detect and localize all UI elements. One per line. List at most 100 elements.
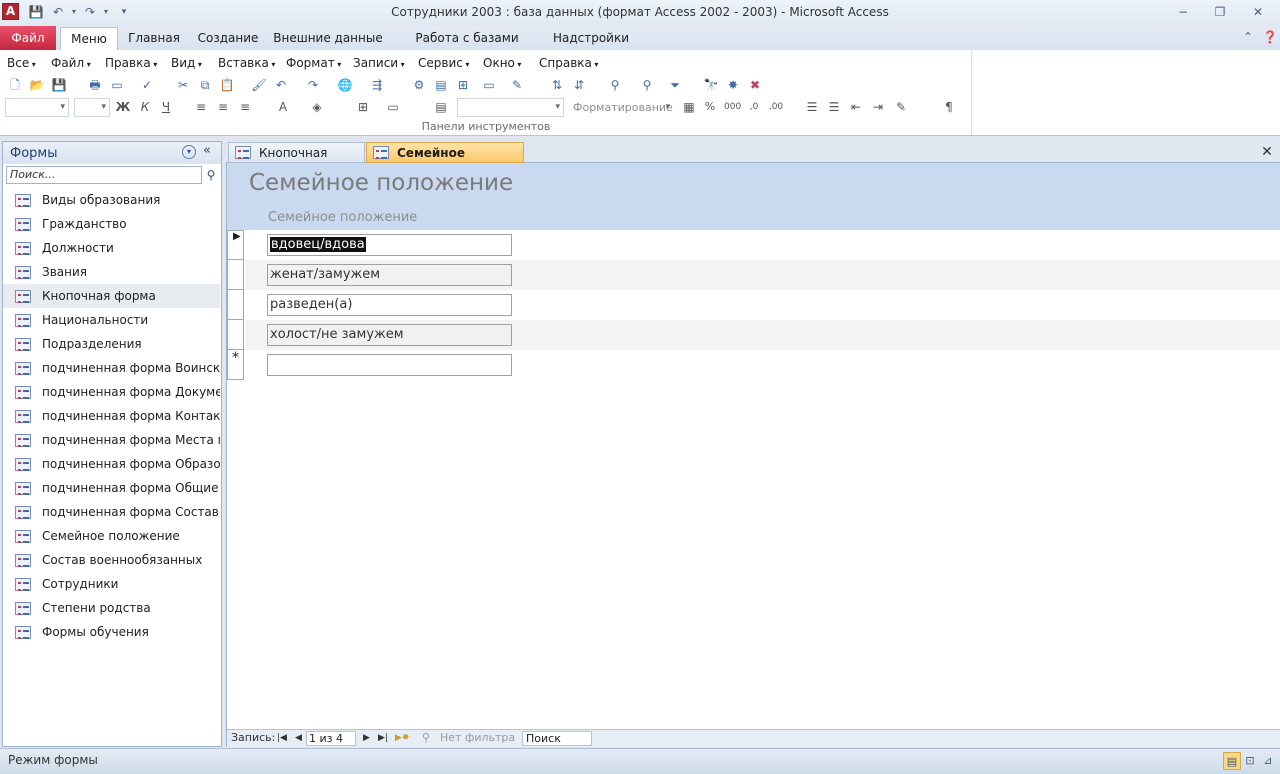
insert-hyperlink-icon[interactable]: 🌐: [337, 77, 353, 93]
save-icon[interactable]: 💾: [51, 77, 67, 93]
restore-icon[interactable]: ❐: [1208, 3, 1232, 21]
format-combo[interactable]: Форматирование: [568, 98, 674, 117]
current-record-input[interactable]: 1 из 4: [306, 731, 356, 746]
cut-icon[interactable]: ✂: [175, 77, 191, 93]
record-search-input[interactable]: Поиск: [522, 731, 592, 746]
nav-item[interactable]: подчиненная форма Места п...: [3, 428, 220, 452]
highlight-icon[interactable]: ✎: [893, 99, 909, 115]
tab-home[interactable]: Главная: [124, 27, 184, 50]
tab-menu[interactable]: Меню: [60, 27, 118, 50]
tab-database-tools[interactable]: Работа с базами данных: [392, 27, 542, 67]
save-icon[interactable]: 💾: [28, 4, 44, 20]
nav-item[interactable]: Сотрудники: [3, 572, 220, 596]
nav-item[interactable]: Гражданство: [3, 212, 220, 236]
menu-edit[interactable]: Правка: [105, 55, 157, 71]
fill-color-icon[interactable]: ◈: [309, 99, 325, 115]
undo-icon[interactable]: ↶: [50, 4, 66, 20]
customize-qat-icon[interactable]: ▾: [116, 4, 132, 20]
new-record-nav-icon[interactable]: ▶✸: [395, 731, 409, 745]
relationships-icon[interactable]: ▤: [433, 77, 449, 93]
record-selector[interactable]: ▶: [227, 230, 244, 260]
bold-icon[interactable]: Ж: [115, 99, 131, 115]
redo-icon[interactable]: ↷: [82, 4, 98, 20]
nav-item[interactable]: Должности: [3, 236, 220, 260]
next-record-icon[interactable]: ▶: [363, 731, 370, 745]
datasheet-view-icon[interactable]: ▤: [433, 99, 449, 115]
print-icon[interactable]: 🖶: [87, 77, 103, 93]
nav-item[interactable]: подчиненная форма Состав с...: [3, 500, 220, 524]
underline-icon[interactable]: Ч: [158, 99, 174, 115]
sort-ascending-icon[interactable]: ⇅: [549, 77, 565, 93]
print-preview-icon[interactable]: ▭: [109, 77, 125, 93]
format-painter-icon[interactable]: 🖌: [251, 77, 267, 93]
filter-status-button[interactable]: Нет фильтра: [440, 731, 515, 745]
record-field[interactable]: холост/не замужем: [267, 324, 512, 346]
redo-icon[interactable]: ↷: [305, 77, 321, 93]
nav-item[interactable]: Семейное положение: [3, 524, 220, 548]
record-field[interactable]: вдовец/вдова: [267, 234, 512, 256]
close-document-icon[interactable]: ✕: [1258, 143, 1276, 161]
font-color-icon[interactable]: A: [275, 99, 291, 115]
record-selector[interactable]: [227, 290, 244, 320]
menu-tools[interactable]: Сервис: [418, 55, 469, 71]
nav-item[interactable]: Состав военнообязанных: [3, 548, 220, 572]
nav-menu-chevron-icon[interactable]: ▾: [182, 145, 196, 159]
open-icon[interactable]: 📂: [29, 77, 45, 93]
new-record-field[interactable]: [267, 354, 512, 376]
nav-item[interactable]: Формы обучения: [3, 620, 220, 644]
spelling-icon[interactable]: ✓: [139, 77, 155, 93]
align-right-icon[interactable]: ≡: [237, 99, 253, 115]
nav-item[interactable]: Виды образования: [3, 188, 220, 212]
menu-insert[interactable]: Вставка: [218, 55, 275, 71]
font-name-combo[interactable]: [5, 98, 69, 117]
apply-filter-icon[interactable]: ⏷: [667, 77, 683, 93]
tab-create[interactable]: Создание: [192, 27, 264, 50]
align-left-icon[interactable]: ≡: [193, 99, 209, 115]
analyze-icon[interactable]: ⊞: [455, 77, 471, 93]
new-icon[interactable]: 🗋: [7, 77, 23, 93]
special-effect-icon[interactable]: ▭: [385, 99, 401, 115]
numbering-icon[interactable]: ☰: [826, 99, 842, 115]
layout-view-icon[interactable]: ⊡: [1241, 752, 1259, 770]
nav-item[interactable]: подчиненная форма Докумен...: [3, 380, 220, 404]
sort-descending-icon[interactable]: ⇵: [571, 77, 587, 93]
gridlines-icon[interactable]: ⊞: [355, 99, 371, 115]
last-record-icon[interactable]: ▶|: [378, 731, 388, 745]
previous-record-icon[interactable]: ◀: [295, 731, 302, 745]
new-record-icon[interactable]: ✸: [725, 77, 741, 93]
menu-records[interactable]: Записи: [353, 55, 405, 71]
copy-icon[interactable]: ⧉: [197, 77, 213, 93]
record-field[interactable]: разведен(а): [267, 294, 512, 316]
currency-icon[interactable]: ▦: [681, 99, 697, 115]
increase-decimals-icon[interactable]: ,0: [746, 99, 762, 115]
first-record-icon[interactable]: |◀: [277, 731, 287, 745]
align-center-icon[interactable]: ≡: [215, 99, 231, 115]
filter-by-form-icon[interactable]: ⚲: [639, 77, 655, 93]
nav-item[interactable]: Звания: [3, 260, 220, 284]
access-logo-icon[interactable]: A: [2, 3, 19, 20]
find-icon[interactable]: 🔭: [703, 77, 719, 93]
menu-help[interactable]: Справка: [539, 55, 598, 71]
minimize-icon[interactable]: −: [1171, 3, 1195, 21]
help-icon[interactable]: ❓: [1258, 28, 1280, 46]
nav-item[interactable]: Национальности: [3, 308, 220, 332]
menu-format[interactable]: Формат: [286, 55, 341, 71]
design-view-icon[interactable]: ⊿: [1259, 752, 1277, 770]
properties-icon[interactable]: ⚙: [411, 77, 427, 93]
search-icon[interactable]: ⚲: [203, 166, 219, 184]
decrease-indent-icon[interactable]: ⇤: [848, 99, 864, 115]
tab-external-data[interactable]: Внешние данные: [272, 27, 384, 50]
percent-icon[interactable]: %: [702, 99, 718, 115]
undo-dropdown-icon[interactable]: ▾: [66, 4, 82, 20]
record-selector[interactable]: [227, 320, 244, 350]
new-record-selector[interactable]: *: [227, 350, 244, 380]
office-links-icon[interactable]: ⇶: [369, 77, 385, 93]
nav-pane-title[interactable]: Формы: [10, 146, 57, 161]
italic-icon[interactable]: К: [137, 99, 153, 115]
filter-by-selection-icon[interactable]: ⚲: [607, 77, 623, 93]
tab-file[interactable]: Файл: [0, 26, 56, 50]
delete-record-icon[interactable]: ✖: [747, 77, 763, 93]
record-selector[interactable]: [227, 260, 244, 290]
field-list-icon[interactable]: ✎: [509, 77, 525, 93]
no-filter-icon[interactable]: ⚲: [422, 731, 430, 745]
